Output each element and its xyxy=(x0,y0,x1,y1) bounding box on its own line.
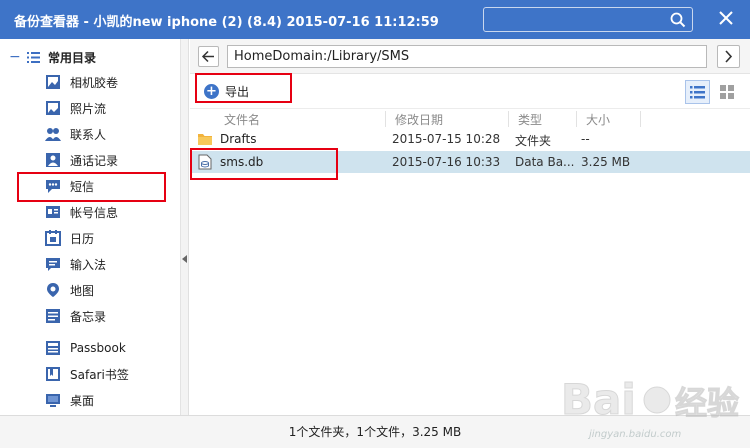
collapse-arrow-icon[interactable] xyxy=(182,255,187,263)
chevron-right-icon xyxy=(725,50,733,63)
sidebar-item-safari-bookmarks[interactable]: Safari书签 xyxy=(45,362,129,386)
calendar-icon xyxy=(45,230,61,246)
sidebar-item-photostream[interactable]: 照片流 xyxy=(45,96,106,120)
contacts-icon xyxy=(45,128,61,141)
column-header-name[interactable]: 文件名 xyxy=(224,111,260,128)
column-header-size[interactable]: 大小 xyxy=(586,111,610,128)
column-divider[interactable] xyxy=(640,111,641,127)
database-file-icon xyxy=(198,154,212,170)
export-button[interactable]: + 导出 xyxy=(204,83,249,100)
list-view-icon xyxy=(690,86,705,99)
file-row[interactable]: sms.db 2015-07-16 10:33 Data Ba... 3.25 … xyxy=(190,151,750,173)
list-icon xyxy=(27,51,40,63)
notes-icon xyxy=(46,309,60,323)
sidebar-item-desktop[interactable]: 桌面 xyxy=(45,388,94,412)
path-input[interactable]: HomeDomain:/Library/SMS xyxy=(227,45,707,68)
status-bar: 1个文件夹，1个文件，3.25 MB xyxy=(0,415,750,448)
sidebar-item-notes[interactable]: 备忘录 xyxy=(45,304,106,328)
grid-view-button[interactable] xyxy=(715,80,740,104)
sidebar-group-label: 常用目录 xyxy=(48,50,97,65)
column-divider[interactable] xyxy=(508,111,509,127)
grid-view-icon xyxy=(720,85,734,99)
sms-icon xyxy=(46,180,60,193)
desktop-icon xyxy=(46,394,60,407)
column-header-type[interactable]: 类型 xyxy=(518,111,542,128)
arrow-left-icon xyxy=(201,50,214,63)
file-list-header: 文件名 修改日期 类型 大小 xyxy=(190,109,750,129)
call-log-icon xyxy=(46,153,60,167)
list-view-button[interactable] xyxy=(685,80,710,104)
search-icon[interactable] xyxy=(670,12,686,28)
toolbar: + 导出 xyxy=(190,75,750,109)
file-date: 2015-07-16 10:33 xyxy=(392,155,501,169)
sidebar-item-keyboard[interactable]: 输入法 xyxy=(45,252,106,276)
status-text: 1个文件夹，1个文件，3.25 MB xyxy=(288,425,462,439)
passbook-icon xyxy=(46,341,60,355)
sidebar-item-map[interactable]: 地图 xyxy=(45,278,94,302)
photo-icon xyxy=(46,75,60,89)
column-header-date[interactable]: 修改日期 xyxy=(395,111,443,128)
map-pin-icon xyxy=(47,283,59,297)
close-button[interactable] xyxy=(717,9,735,27)
sidebar-item-sms[interactable]: 短信 xyxy=(45,174,94,198)
file-size: -- xyxy=(581,132,590,146)
photostream-icon xyxy=(46,101,60,115)
plus-icon: + xyxy=(204,84,219,99)
path-bar: HomeDomain:/Library/SMS xyxy=(190,39,750,74)
forward-button[interactable] xyxy=(717,45,740,68)
close-icon[interactable] xyxy=(717,9,735,27)
file-type: Data Ba... xyxy=(515,155,575,169)
file-date: 2015-07-15 10:28 xyxy=(392,132,501,146)
file-size: 3.25 MB xyxy=(581,155,631,169)
file-name: sms.db xyxy=(220,155,264,169)
window-title: 备份查看器 - 小凯的new iphone (2) (8.4) 2015-07-… xyxy=(14,15,439,30)
folder-icon xyxy=(198,134,212,145)
file-name: Drafts xyxy=(220,132,257,146)
account-icon xyxy=(46,206,60,218)
keyboard-icon xyxy=(46,258,60,271)
sidebar-item-passbook[interactable]: Passbook xyxy=(45,336,126,360)
sidebar-item-account[interactable]: 帐号信息 xyxy=(45,200,118,224)
back-button[interactable] xyxy=(198,46,219,67)
column-divider[interactable] xyxy=(385,111,386,127)
sidebar-item-contacts[interactable]: 联系人 xyxy=(45,122,106,146)
sidebar-item-calendar[interactable]: 日历 xyxy=(45,226,94,250)
sidebar-group-common[interactable]: − 常用目录 xyxy=(9,47,96,67)
file-row[interactable]: Drafts 2015-07-15 10:28 文件夹 -- xyxy=(190,128,750,150)
file-browser: HomeDomain:/Library/SMS + 导出 文件名 修改日期 类型… xyxy=(190,39,750,415)
sidebar-item-camera-roll[interactable]: 相机胶卷 xyxy=(45,70,118,94)
bookmark-icon xyxy=(46,367,60,381)
export-label: 导出 xyxy=(225,85,250,99)
search-input[interactable] xyxy=(483,7,693,32)
sidebar-splitter[interactable] xyxy=(181,39,189,415)
title-bar: 备份查看器 - 小凯的new iphone (2) (8.4) 2015-07-… xyxy=(0,0,750,39)
file-type: 文件夹 xyxy=(515,134,552,148)
collapse-icon[interactable]: − xyxy=(9,50,21,64)
column-divider[interactable] xyxy=(576,111,577,127)
sidebar: − 常用目录 相机胶卷 照片流 联系人 通话记录 短信 帐号信息 日历 输入法 xyxy=(0,39,181,415)
sidebar-item-call-log[interactable]: 通话记录 xyxy=(45,148,118,172)
